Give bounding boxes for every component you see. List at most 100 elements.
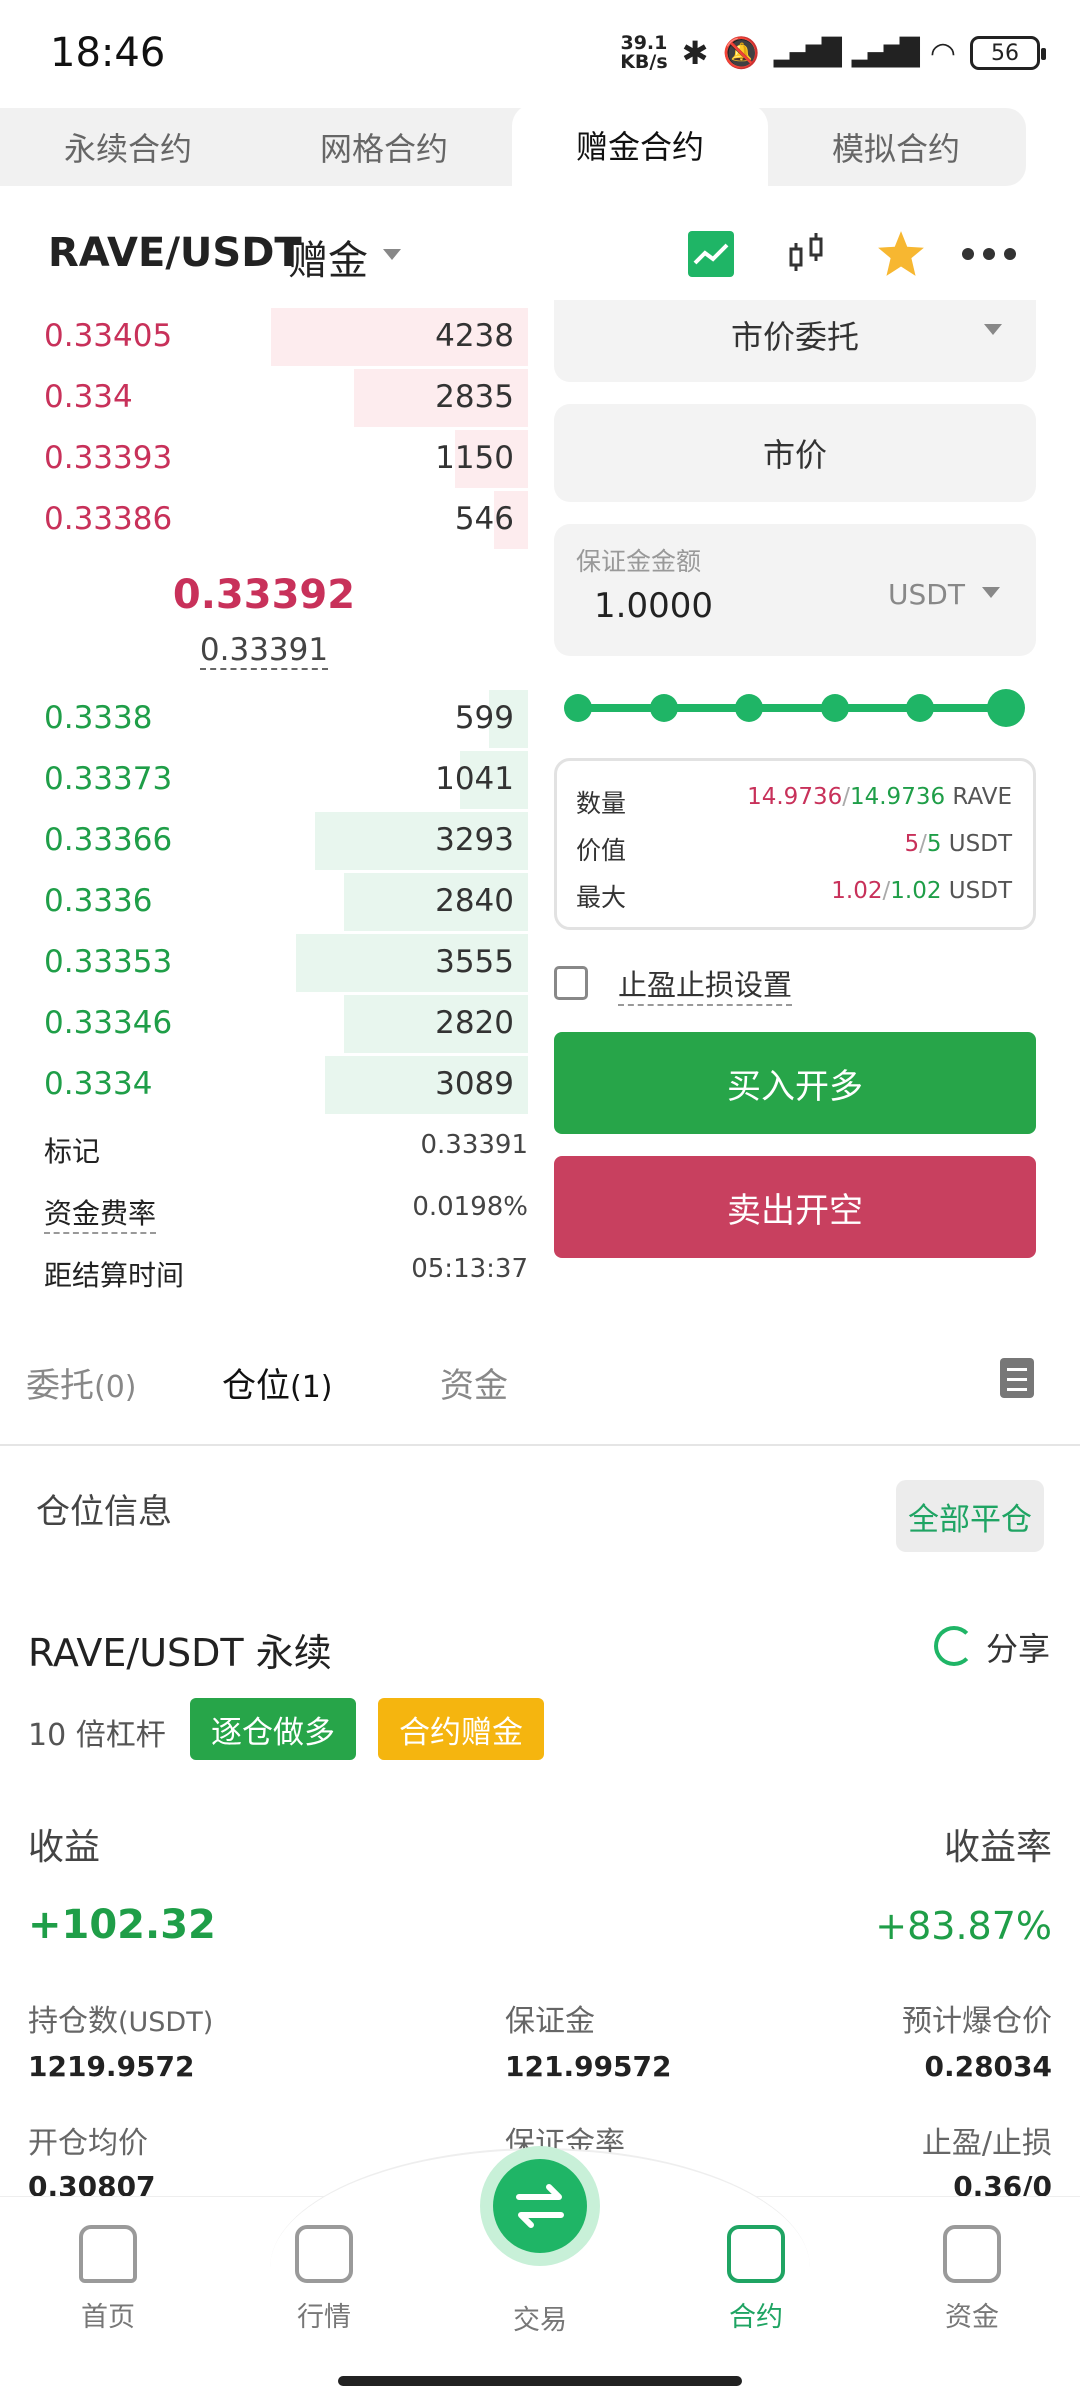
bonus-badge: 合约赠金 <box>378 1698 544 1760</box>
ask-row[interactable]: 0.33386 546 <box>0 489 528 549</box>
bid-qty: 1041 <box>435 761 514 797</box>
share-button[interactable]: 分享 <box>986 1624 1050 1670</box>
summary-label: 最大 <box>576 883 627 912</box>
pair-dropdown-icon[interactable] <box>383 249 401 260</box>
ask-price: 0.334 <box>44 379 133 415</box>
tab-bonus[interactable]: 赠金合约 <box>512 104 768 186</box>
tpsl-label[interactable]: 止盈止损设置 <box>618 962 793 1006</box>
roe-label: 收益率 <box>943 1827 1052 1868</box>
liq-price-value: 0.28034 <box>924 2050 1052 2083</box>
signal-2-icon: ▂▄▆█ <box>851 38 920 68</box>
bluetooth-icon: ✱ <box>681 34 709 72</box>
wallet-icon <box>943 2225 1001 2283</box>
pnl-label: 收益 <box>28 1827 101 1868</box>
slider-step[interactable] <box>564 694 592 722</box>
margin-label: 保证金金额 <box>576 547 702 576</box>
order-type-select[interactable]: 市价委托 <box>554 300 1036 382</box>
nav-home[interactable]: 首页 <box>38 2225 178 2334</box>
tpsl-value-label: 止盈/止损 <box>921 2126 1052 2161</box>
chart-line-icon[interactable] <box>682 225 740 283</box>
last-price: 0.33392 <box>172 572 356 618</box>
wifi-icon: ◠ <box>929 35 956 71</box>
mark-info-row: 标记 0.33391 <box>44 1130 528 1168</box>
candlestick-icon[interactable] <box>778 225 836 283</box>
slider-step[interactable] <box>820 694 849 722</box>
position-section-title: 仓位信息 <box>36 1492 172 1532</box>
sell-short-button[interactable]: 卖出开空 <box>554 1156 1036 1258</box>
mute-bell-icon: 🔕 <box>722 35 760 71</box>
tab-funds[interactable]: 资金 <box>440 1358 508 1407</box>
ask-row[interactable]: 0.33393 1150 <box>0 428 528 488</box>
margin-amount-field[interactable]: 保证金金额 1.0000 USDT <box>554 524 1036 656</box>
nav-funds[interactable]: 资金 <box>902 2225 1042 2334</box>
pair-title[interactable]: RAVE/USDT <box>48 230 302 276</box>
margin-value: 121.99572 <box>505 2050 672 2083</box>
status-icons: 39.1 KB/s ✱ 🔕 ▂▄▆█ ▂▄▆█ ◠ 56 <box>620 30 1046 76</box>
contract-tabs: 永续合约 网格合约 赠金合约 模拟合约 <box>0 104 1026 186</box>
bid-price: 0.3336 <box>44 883 153 919</box>
funding-rate-row[interactable]: 资金费率 0.0198% <box>44 1192 528 1234</box>
bid-row[interactable]: 0.33353 3555 <box>0 932 528 992</box>
list-icon[interactable] <box>1000 1358 1034 1398</box>
ask-price: 0.33393 <box>44 440 173 476</box>
buy-long-button[interactable]: 买入开多 <box>554 1032 1036 1134</box>
more-icon[interactable] <box>960 225 1018 283</box>
nav-trade-label[interactable]: 交易 <box>470 2298 610 2337</box>
market-icon <box>295 2225 353 2283</box>
bid-row[interactable]: 0.3336 2840 <box>0 871 528 931</box>
net-speed: 39.1 KB/s <box>620 32 668 73</box>
contract-icon <box>727 2225 785 2283</box>
tab-positions[interactable]: 仓位(1) <box>222 1358 333 1407</box>
position-size-label: 持仓数(USDT) <box>28 2004 214 2039</box>
summary-row: 数量 14.9736/14.9736 RAVE <box>576 784 1012 820</box>
tab-demo[interactable]: 模拟合约 <box>768 108 1024 186</box>
slider-step[interactable] <box>735 694 764 722</box>
bid-price: 0.33353 <box>44 944 173 980</box>
price-field[interactable]: 市价 <box>554 404 1036 502</box>
ask-row[interactable]: 0.334 2835 <box>0 367 528 427</box>
star-icon[interactable] <box>872 225 930 283</box>
bid-price: 0.33346 <box>44 1005 173 1041</box>
bid-row[interactable]: 0.3334 3089 <box>0 1054 528 1114</box>
pair-tag[interactable]: 赠金 <box>288 228 368 286</box>
ask-qty: 4238 <box>435 318 514 354</box>
bid-price: 0.33366 <box>44 822 173 858</box>
tab-grid[interactable]: 网格合约 <box>256 108 512 186</box>
margin-label: 保证金 <box>505 2004 595 2039</box>
bid-row[interactable]: 0.33366 3293 <box>0 810 528 870</box>
tpsl-checkbox[interactable] <box>554 966 588 1000</box>
margin-value[interactable]: 1.0000 <box>594 586 713 626</box>
slider-step[interactable] <box>649 694 678 722</box>
nav-contract[interactable]: 合约 <box>686 2225 826 2334</box>
margin-unit[interactable]: USDT <box>888 578 965 611</box>
bid-row[interactable]: 0.3338 599 <box>0 688 528 748</box>
bid-qty: 3089 <box>435 1066 514 1102</box>
summary-row: 价值 5/5 USDT <box>576 831 1012 867</box>
bid-row[interactable]: 0.33373 1041 <box>0 749 528 809</box>
bid-price: 0.33373 <box>44 761 173 797</box>
bid-row[interactable]: 0.33346 2820 <box>0 993 528 1053</box>
tab-orders[interactable]: 委托(0) <box>26 1358 137 1407</box>
pnl-value: +102.32 <box>28 1902 216 1948</box>
clock: 18:46 <box>50 30 166 76</box>
unit-dropdown-icon[interactable] <box>982 587 1000 598</box>
nav-market[interactable]: 行情 <box>254 2225 394 2334</box>
bid-qty: 2840 <box>435 883 514 919</box>
tab-perpetual[interactable]: 永续合约 <box>0 108 256 186</box>
bid-qty: 3555 <box>435 944 514 980</box>
ask-price: 0.33405 <box>44 318 173 354</box>
roe-value: +83.87% <box>875 1904 1052 1948</box>
nav-trade[interactable] <box>480 2146 600 2266</box>
close-all-button[interactable]: 全部平仓 <box>896 1480 1044 1552</box>
ask-row[interactable]: 0.33405 4238 <box>0 306 528 366</box>
slider-step[interactable] <box>906 694 935 722</box>
divider <box>0 1444 1080 1446</box>
leverage-label: 10 倍杠杆 <box>28 1718 166 1753</box>
position-symbol: RAVE/USDT 永续 <box>28 1631 332 1675</box>
bid-qty: 3293 <box>435 822 514 858</box>
amount-slider[interactable] <box>564 688 1025 728</box>
ask-qty: 546 <box>454 501 514 537</box>
share-icon[interactable] <box>934 1626 974 1666</box>
entry-price-label: 开仓均价 <box>28 2126 148 2161</box>
slider-thumb[interactable] <box>987 689 1025 727</box>
